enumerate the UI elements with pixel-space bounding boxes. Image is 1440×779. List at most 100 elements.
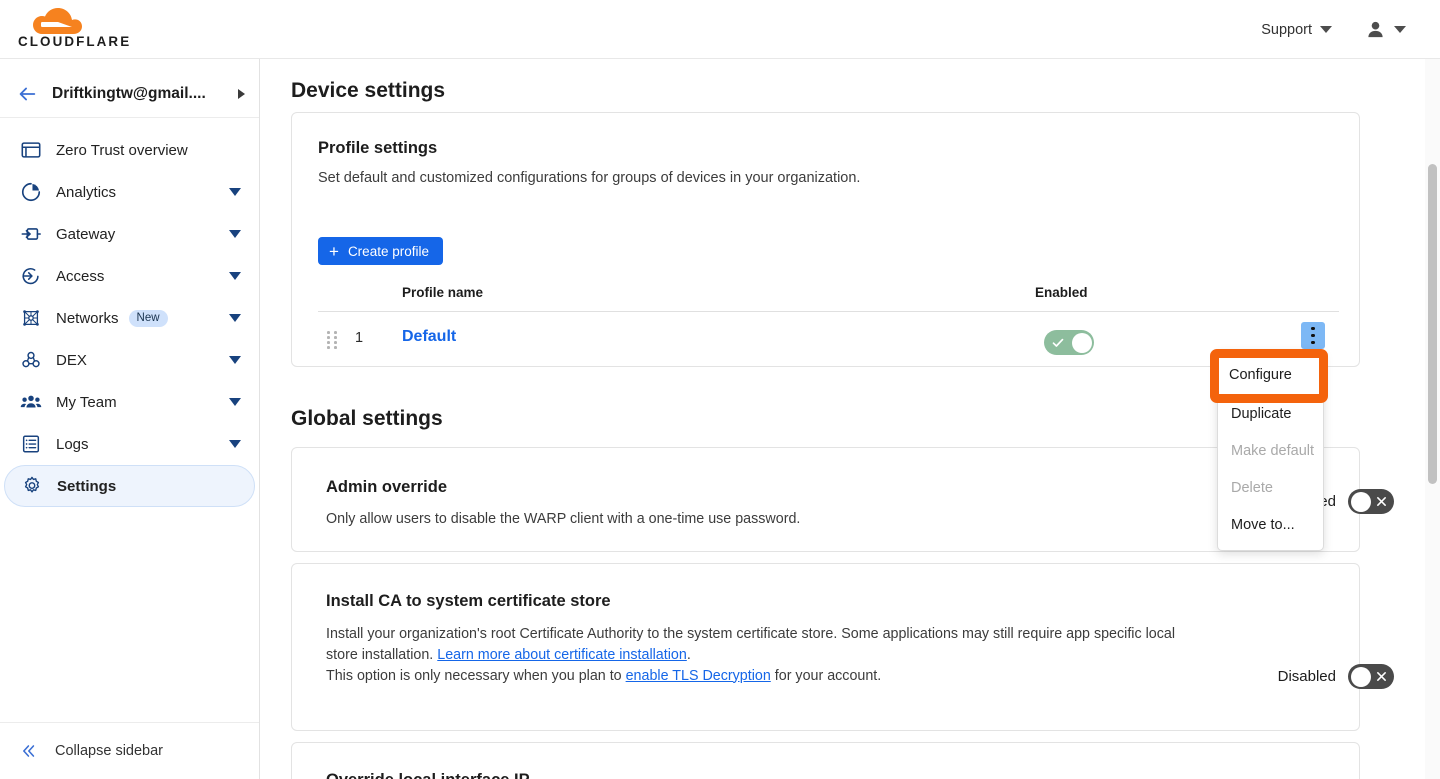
sidebar-item-zero-trust-overview[interactable]: Zero Trust overview	[4, 129, 255, 171]
chevron-down-icon[interactable]	[229, 188, 241, 196]
account-selector[interactable]: Driftkingtw@gmail....	[0, 70, 259, 118]
profile-enabled-toggle[interactable]	[1044, 330, 1094, 355]
chevron-down-icon[interactable]	[229, 356, 241, 364]
profile-settings-card: Profile settings Set default and customi…	[291, 112, 1360, 367]
pie-chart-icon	[21, 182, 41, 202]
back-arrow-icon[interactable]	[16, 83, 38, 105]
setting-text: .	[686, 646, 691, 663]
create-profile-label: Create profile	[347, 243, 429, 259]
menu-item-configure[interactable]: Configure	[1218, 358, 1323, 395]
global-settings-title: Global settings	[291, 407, 443, 430]
sidebar-item-gateway[interactable]: Gateway	[4, 213, 255, 255]
user-menu[interactable]	[1366, 20, 1406, 39]
setting-description: Only allow users to disable the WARP cli…	[326, 511, 801, 527]
sidebar-item-settings[interactable]: Settings	[4, 465, 255, 507]
close-icon	[1377, 497, 1386, 506]
row-index: 1	[355, 330, 364, 346]
scrollbar-thumb[interactable]	[1428, 164, 1437, 484]
table-row: 1 Default	[318, 312, 1339, 367]
collapse-sidebar-label: Collapse sidebar	[55, 743, 164, 759]
chevron-down-icon	[1320, 26, 1332, 33]
profile-name-link[interactable]: Default	[402, 328, 456, 346]
gateway-icon	[21, 228, 41, 240]
menu-item-duplicate[interactable]: Duplicate	[1218, 395, 1323, 432]
certificate-installation-link[interactable]: Learn more about certificate installatio…	[437, 647, 687, 663]
sidebar-item-label: Access	[56, 267, 105, 285]
person-icon	[1368, 21, 1383, 38]
check-icon	[1052, 338, 1064, 347]
sidebar-item-label: Analytics	[56, 183, 117, 201]
create-profile-button[interactable]: + Create profile	[318, 237, 443, 265]
sidebar-item-label: Zero Trust overview	[56, 141, 188, 159]
column-header-enabled: Enabled	[1035, 285, 1088, 300]
setting-card-override-local-ip: Override local interface IP Assign a uni…	[291, 742, 1360, 779]
profile-table-header: Profile name Enabled	[318, 285, 1339, 312]
top-bar: CLOUDFLARE Support	[0, 0, 1440, 59]
list-icon	[22, 435, 40, 453]
admin-override-toggle[interactable]	[1348, 489, 1394, 514]
setting-title: Admin override	[326, 478, 448, 496]
scrollbar-track[interactable]	[1425, 59, 1440, 779]
chevron-down-icon[interactable]	[229, 230, 241, 238]
install-ca-toggle[interactable]	[1348, 664, 1394, 689]
menu-item-delete: Delete	[1231, 479, 1273, 496]
sidebar-item-label: DEX	[56, 351, 87, 369]
column-header-profile-name: Profile name	[402, 285, 484, 300]
plus-icon: +	[329, 241, 339, 261]
gear-icon	[24, 476, 40, 493]
people-icon	[20, 395, 42, 408]
sidebar-item-analytics[interactable]: Analytics	[4, 171, 255, 213]
access-icon	[22, 268, 39, 285]
sidebar-item-label: Settings	[57, 477, 117, 495]
sidebar-nav: Zero Trust overview Analytics Gateway Ac…	[0, 118, 259, 507]
sidebar-item-label: Networks	[56, 309, 119, 327]
chevron-down-icon[interactable]	[229, 272, 241, 280]
sidebar-item-my-team[interactable]: My Team	[4, 381, 255, 423]
sidebar-item-label: My Team	[56, 393, 117, 411]
menu-item-move-to[interactable]: Move to...	[1218, 506, 1323, 543]
setting-description: Install your organization's root Certifi…	[326, 624, 1178, 686]
sidebar-item-logs[interactable]: Logs	[4, 423, 255, 465]
support-label: Support	[1261, 21, 1312, 38]
setting-title: Install CA to system certificate store	[326, 592, 611, 610]
setting-text: This option is only necessary when you p…	[326, 667, 626, 684]
dex-icon	[22, 351, 40, 368]
sidebar: Driftkingtw@gmail.... Zero Trust overvie…	[0, 59, 260, 779]
sidebar-item-dex[interactable]: DEX	[4, 339, 255, 381]
install-ca-switch-group: Disabled	[1278, 664, 1394, 689]
chevron-down-icon[interactable]	[229, 398, 241, 406]
row-actions-button[interactable]	[1301, 322, 1325, 349]
network-icon	[23, 310, 39, 326]
sidebar-item-access[interactable]: Access	[4, 255, 255, 297]
new-badge: New	[128, 309, 168, 327]
cloudflare-wordmark: CLOUDFLARE	[18, 34, 132, 49]
collapse-sidebar-button[interactable]: Collapse sidebar	[0, 722, 259, 779]
toggle-knob	[1350, 491, 1371, 512]
support-menu[interactable]: Support	[1261, 22, 1332, 38]
profile-settings-heading: Profile settings	[318, 139, 438, 157]
drag-handle-icon[interactable]	[327, 331, 339, 349]
setting-title: Override local interface IP	[326, 771, 530, 779]
top-bar-right: Support	[1261, 0, 1406, 59]
row-context-menu: Configure Duplicate Make default Delete …	[1217, 350, 1324, 551]
chevron-down-icon[interactable]	[229, 440, 241, 448]
sidebar-item-networks[interactable]: Networks New	[4, 297, 255, 339]
sidebar-item-label: Logs	[56, 435, 89, 453]
enable-tls-decryption-link[interactable]: enable TLS Decryption	[626, 668, 771, 684]
setting-card-install-ca: Install CA to system certificate store I…	[291, 563, 1360, 731]
chevron-down-icon[interactable]	[229, 314, 241, 322]
chevron-down-icon	[1394, 26, 1406, 33]
window-icon	[21, 142, 41, 158]
status-badge: Disabled	[1277, 668, 1336, 685]
app-root: CLOUDFLARE Support Driftkingtw@gmail....	[0, 0, 1440, 779]
cloudflare-logo[interactable]: CLOUDFLARE	[18, 8, 129, 52]
account-name: Driftkingtw@gmail....	[52, 84, 206, 102]
chevron-right-icon	[238, 88, 245, 99]
double-chevron-left-icon	[23, 745, 35, 757]
close-icon	[1377, 672, 1386, 681]
toggle-knob	[1350, 666, 1371, 687]
toggle-knob	[1071, 332, 1092, 353]
setting-card-admin-override: Admin override Only allow users to disab…	[291, 447, 1360, 552]
page-title: Device settings	[291, 79, 446, 102]
setting-text: for your account.	[770, 667, 882, 684]
